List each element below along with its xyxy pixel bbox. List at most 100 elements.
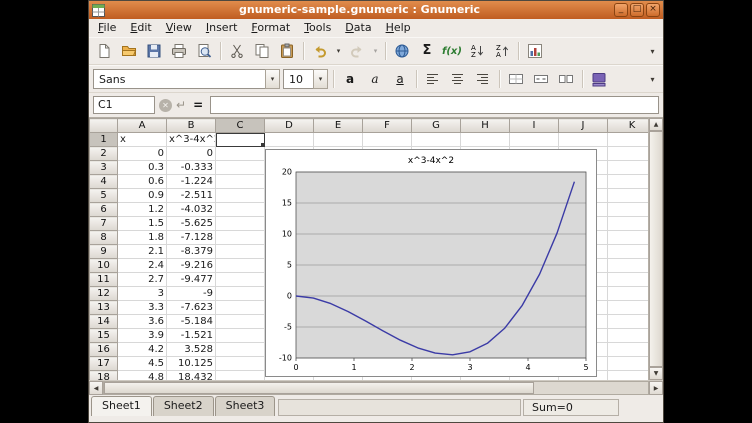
row-header-6[interactable]: 6 <box>90 203 118 217</box>
row-header-17[interactable]: 17 <box>90 357 118 371</box>
embedded-chart[interactable]: -10-505101520012345x^3-4x^2 <box>265 149 597 377</box>
row-header-1[interactable]: 1 <box>90 133 118 147</box>
column-header-B[interactable]: B <box>167 119 216 133</box>
grid-cell[interactable] <box>216 231 265 245</box>
grid-cell[interactable] <box>216 273 265 287</box>
grid-cell[interactable]: -1.224 <box>167 175 216 189</box>
grid-cell[interactable]: -9.477 <box>167 273 216 287</box>
titlebar[interactable]: gnumeric-sample.gnumeric : Gnumeric _ □ … <box>89 1 663 19</box>
row-header-9[interactable]: 9 <box>90 245 118 259</box>
equals-button[interactable]: = <box>190 98 206 112</box>
align-right-button[interactable] <box>471 68 495 90</box>
scroll-down-icon[interactable]: ▼ <box>649 367 663 380</box>
grid-cell[interactable] <box>216 147 265 161</box>
horizontal-scrollbar[interactable]: ◀ ▶ <box>89 380 663 395</box>
column-header-D[interactable]: D <box>265 119 314 133</box>
grid-cell[interactable] <box>216 161 265 175</box>
horizontal-scroll-thumb[interactable] <box>104 382 534 394</box>
background-color-button[interactable] <box>587 68 611 90</box>
column-header-A[interactable]: A <box>118 119 167 133</box>
minimize-button[interactable]: _ <box>614 3 628 17</box>
redo-history-dropdown[interactable]: ▾ <box>370 40 381 62</box>
grid-cell[interactable]: 3.3 <box>118 301 167 315</box>
grid-cell[interactable]: 0.9 <box>118 189 167 203</box>
font-name-select[interactable]: Sans ▾ <box>93 69 280 89</box>
insert-chart-button[interactable] <box>523 40 547 62</box>
column-header-I[interactable]: I <box>510 119 559 133</box>
grid-cell[interactable]: 18.432 <box>167 371 216 381</box>
new-file-button[interactable] <box>92 40 116 62</box>
column-header-G[interactable]: G <box>412 119 461 133</box>
column-header-E[interactable]: E <box>314 119 363 133</box>
autosum-button[interactable]: Σ <box>415 40 439 62</box>
center-across-button[interactable] <box>529 68 553 90</box>
grid-cell[interactable]: -8.379 <box>167 245 216 259</box>
grid-cell[interactable] <box>216 189 265 203</box>
maximize-button[interactable]: □ <box>630 3 644 17</box>
merge-cells-button[interactable] <box>504 68 528 90</box>
grid-cell[interactable]: 1.5 <box>118 217 167 231</box>
grid-cell[interactable]: 0 <box>118 147 167 161</box>
main-toolbar-overflow-button[interactable]: ▾ <box>645 40 660 62</box>
grid-cell[interactable]: 3.528 <box>167 343 216 357</box>
grid-cell[interactable]: -0.333 <box>167 161 216 175</box>
column-header-F[interactable]: F <box>363 119 412 133</box>
column-header-J[interactable]: J <box>559 119 608 133</box>
vertical-scrollbar[interactable]: ▲ ▼ <box>648 118 663 380</box>
row-header-5[interactable]: 5 <box>90 189 118 203</box>
copy-button[interactable] <box>250 40 274 62</box>
row-header-12[interactable]: 12 <box>90 287 118 301</box>
grid-cell[interactable]: 3.6 <box>118 315 167 329</box>
row-header-11[interactable]: 11 <box>90 273 118 287</box>
scroll-left-icon[interactable]: ◀ <box>89 381 103 395</box>
row-header-13[interactable]: 13 <box>90 301 118 315</box>
close-button[interactable]: × <box>646 3 660 17</box>
cell-name-box[interactable]: C1 <box>93 96 155 114</box>
row-header-4[interactable]: 4 <box>90 175 118 189</box>
row-header-7[interactable]: 7 <box>90 217 118 231</box>
menu-item-view[interactable]: View <box>159 20 199 36</box>
menu-item-insert[interactable]: Insert <box>199 20 245 36</box>
grid-cell[interactable] <box>216 315 265 329</box>
grid-cell[interactable] <box>216 203 265 217</box>
row-header-8[interactable]: 8 <box>90 231 118 245</box>
menu-item-data[interactable]: Data <box>338 20 378 36</box>
row-header-3[interactable]: 3 <box>90 161 118 175</box>
paste-button[interactable] <box>275 40 299 62</box>
select-all-corner[interactable] <box>90 119 118 133</box>
grid-cell[interactable] <box>216 175 265 189</box>
grid-cell[interactable]: 4.8 <box>118 371 167 381</box>
grid-cell[interactable] <box>363 133 412 147</box>
row-header-18[interactable]: 18 <box>90 371 118 381</box>
grid-cell[interactable] <box>216 287 265 301</box>
sheet-tab-sheet3[interactable]: Sheet3 <box>215 396 276 416</box>
sheet-tab-sheet2[interactable]: Sheet2 <box>153 396 214 416</box>
menu-item-format[interactable]: Format <box>244 20 297 36</box>
menu-item-help[interactable]: Help <box>379 20 418 36</box>
grid-cell[interactable]: -4.032 <box>167 203 216 217</box>
grid-cell[interactable]: -1.521 <box>167 329 216 343</box>
vertical-scroll-thumb[interactable] <box>649 131 663 367</box>
grid-cell[interactable]: -7.128 <box>167 231 216 245</box>
column-header-H[interactable]: H <box>461 119 510 133</box>
print-button[interactable] <box>167 40 191 62</box>
grid-cell[interactable]: 2.4 <box>118 259 167 273</box>
formula-input[interactable] <box>210 96 659 114</box>
spreadsheet-grid[interactable]: ABCDEFGHIJK1xx^3-4x^220030.3-0.33340.6-1… <box>89 117 663 380</box>
grid-cell[interactable]: -2.511 <box>167 189 216 203</box>
grid-cell[interactable]: 4.5 <box>118 357 167 371</box>
row-header-10[interactable]: 10 <box>90 259 118 273</box>
grid-cell[interactable] <box>559 133 608 147</box>
grid-cell[interactable]: -9.216 <box>167 259 216 273</box>
print-preview-button[interactable] <box>192 40 216 62</box>
grid-cell[interactable]: 3.9 <box>118 329 167 343</box>
grid-cell[interactable]: -7.623 <box>167 301 216 315</box>
row-header-14[interactable]: 14 <box>90 315 118 329</box>
row-header-2[interactable]: 2 <box>90 147 118 161</box>
row-header-15[interactable]: 15 <box>90 329 118 343</box>
grid-cell[interactable] <box>510 133 559 147</box>
align-center-button[interactable] <box>446 68 470 90</box>
bold-button[interactable]: a <box>338 68 362 90</box>
grid-cell[interactable]: 4.2 <box>118 343 167 357</box>
grid-cell[interactable] <box>216 301 265 315</box>
